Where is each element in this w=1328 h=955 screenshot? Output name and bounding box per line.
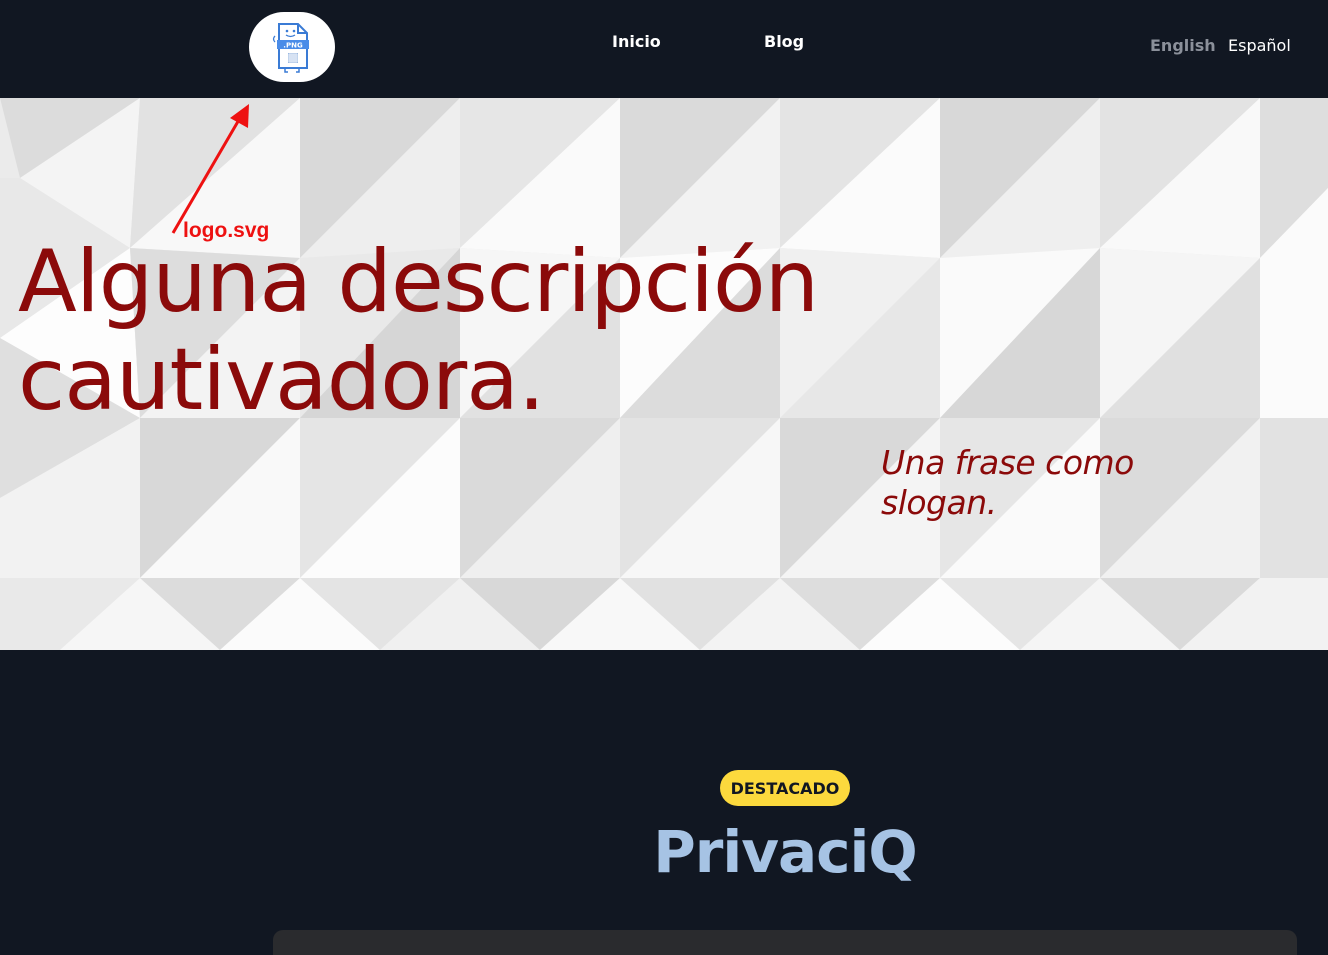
hero-slogan: Una frase como slogan. bbox=[881, 443, 1134, 522]
logo-button[interactable]: .PNG bbox=[249, 12, 335, 82]
language-spanish[interactable]: Español bbox=[1228, 36, 1291, 55]
png-file-icon: .PNG bbox=[272, 23, 309, 73]
nav-inicio[interactable]: Inicio bbox=[612, 32, 661, 51]
featured-card[interactable] bbox=[273, 930, 1297, 955]
hero-title: Alguna descripción cautivadora. bbox=[18, 232, 819, 430]
featured-badge: DESTACADO bbox=[720, 770, 850, 806]
annotation-label: logo.svg bbox=[183, 219, 270, 242]
annotation-arrow-icon bbox=[171, 104, 249, 234]
site-header: .PNG Inicio Blog English Español bbox=[0, 0, 1328, 98]
svg-text:.PNG: .PNG bbox=[283, 42, 303, 50]
nav-blog[interactable]: Blog bbox=[764, 32, 804, 51]
featured-title[interactable]: PrivaciQ bbox=[0, 818, 1328, 886]
language-english[interactable]: English bbox=[1150, 36, 1216, 55]
